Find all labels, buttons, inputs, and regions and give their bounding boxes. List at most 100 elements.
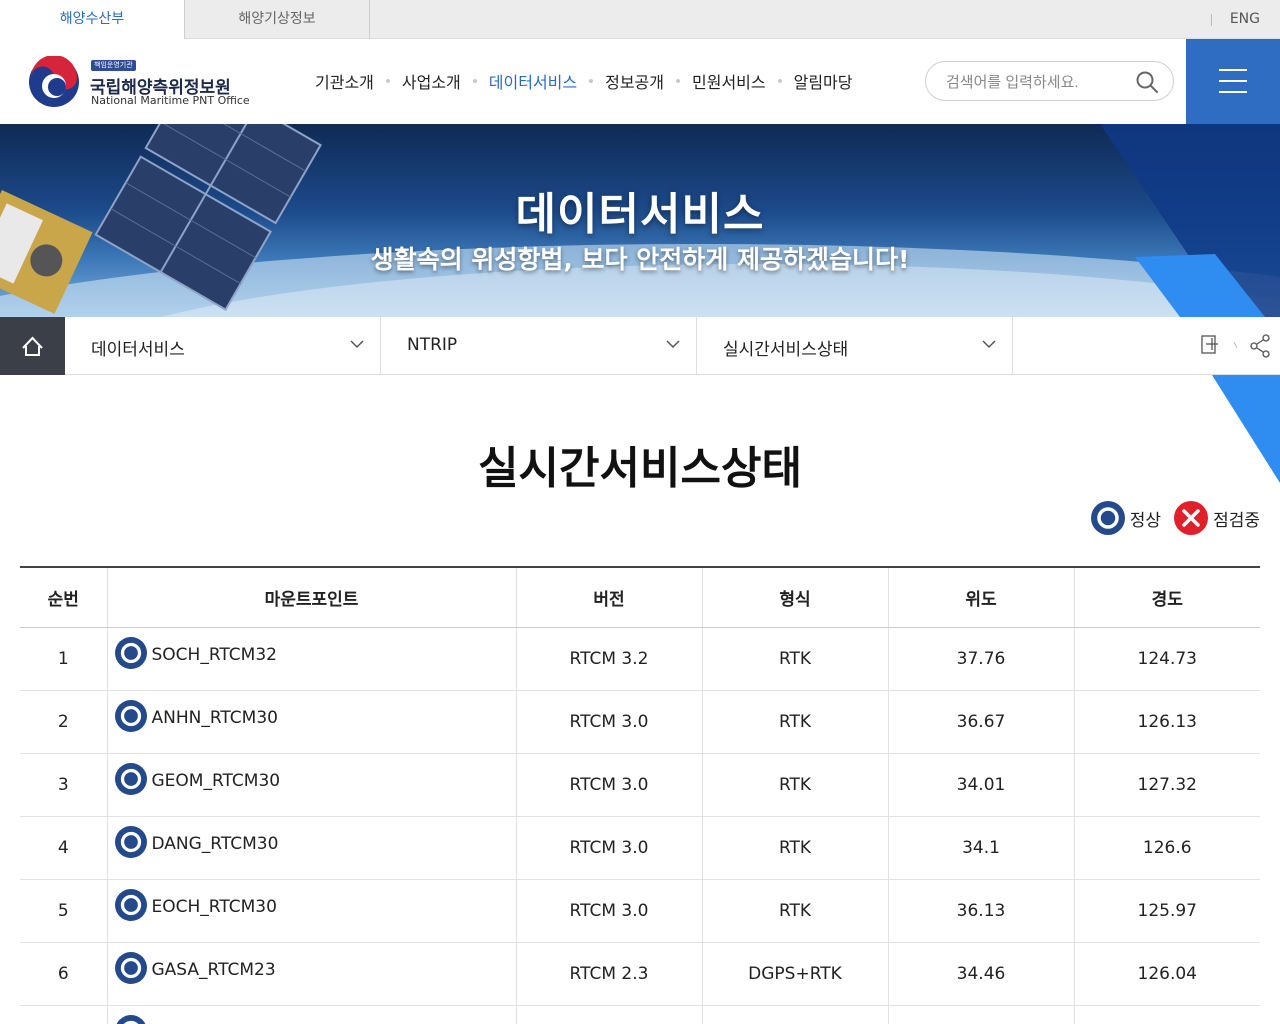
maintenance-status-icon: [1174, 501, 1209, 535]
cell-format: RTK: [701, 816, 888, 880]
location-tools: [1201, 334, 1270, 358]
normal-status-icon: [114, 825, 147, 858]
table-row: 3 GEOM_RTCM30 RTCM 3.0 RTK 34.01 127.32: [20, 753, 1260, 817]
nav-business[interactable]: 사업소개: [402, 69, 461, 93]
search-icon[interactable]: [1135, 70, 1159, 94]
nav-divider: [385, 79, 390, 83]
normal-status-icon: [114, 951, 147, 984]
cell-version: RTCM 3.0: [515, 879, 702, 943]
cell-mountpoint: GEOM_RTCM30: [106, 753, 516, 817]
cell-latitude: 36.67: [887, 690, 1074, 754]
nav-divider: [589, 79, 594, 83]
column-header-latitude: 위도: [887, 566, 1074, 628]
cell-format: [701, 1005, 888, 1024]
cell-no: [20, 1005, 107, 1024]
cell-longitude: 125.97: [1073, 879, 1260, 943]
cell-no: 6: [20, 942, 107, 1006]
cell-longitude: 127.32: [1073, 753, 1260, 817]
cell-longitude: 126.04: [1073, 942, 1260, 1006]
legend-normal-label: 정상: [1129, 510, 1162, 531]
share-icon[interactable]: [1250, 334, 1270, 358]
nav-divider: [777, 79, 782, 83]
location-depth1-select[interactable]: 데이터서비스: [65, 317, 381, 375]
table-row: [20, 1005, 1260, 1024]
print-icon[interactable]: [1201, 335, 1218, 354]
chevron-down-icon: [350, 340, 364, 349]
search-box: [925, 61, 1174, 101]
cell-latitude: 36.13: [887, 879, 1074, 943]
cell-version: [515, 1005, 702, 1024]
cell-no: 4: [20, 816, 107, 880]
menu-bar: [1219, 91, 1247, 93]
status-legend: 정상 점검중: [1078, 500, 1260, 536]
mountpoint-name: ANHN_RTCM30: [151, 707, 278, 728]
location-depth1-label: 데이터서비스: [91, 340, 185, 360]
cell-mountpoint: GASA_RTCM23: [106, 942, 516, 1006]
column-header-mountpoint: 마운트포인트: [106, 566, 516, 628]
location-depth2-label: NTRIP: [407, 335, 458, 355]
cell-latitude: 34.1: [887, 816, 1074, 880]
search-input[interactable]: [946, 71, 1126, 93]
logo-title-en: National Maritime PNT Office: [91, 94, 250, 107]
column-header-no: 순번: [20, 566, 107, 628]
table-row: 6 GASA_RTCM23 RTCM 2.3 DGPS+RTK 34.46 12…: [20, 942, 1260, 1006]
normal-status-icon: [114, 636, 147, 669]
location-depth2-select[interactable]: NTRIP: [381, 317, 697, 375]
location-bar: 데이터서비스 NTRIP 실시간서비스상태: [0, 317, 1280, 375]
cell-longitude: 126.6: [1073, 816, 1260, 880]
cell-version: RTCM 3.0: [515, 753, 702, 817]
cell-version: RTCM 3.0: [515, 816, 702, 880]
cell-latitude: [887, 1005, 1074, 1024]
cell-mountpoint: ANHN_RTCM30: [106, 690, 516, 754]
hero-banner: 데이터서비스 생활속의 위성항법, 보다 안전하게 제공하겠습니다!: [0, 124, 1280, 317]
location-depth3-label: 실시간서비스상태: [723, 340, 849, 360]
menu-bar: [1219, 80, 1247, 82]
cell-format: RTK: [701, 753, 888, 817]
column-header-version: 버전: [515, 566, 702, 628]
nav-civil-service[interactable]: 민원서비스: [692, 69, 766, 93]
location-depth3-select[interactable]: 실시간서비스상태: [697, 317, 1013, 375]
chevron-down-icon: [666, 340, 680, 349]
table-row: 1 SOCH_RTCM32 RTCM 3.2 RTK 37.76 124.73: [20, 627, 1260, 691]
nav-divider: [676, 79, 680, 83]
legend-maintenance-label: 점검중: [1213, 510, 1260, 531]
nav-disclosure[interactable]: 정보공개: [605, 69, 664, 93]
column-header-format: 형식: [701, 566, 888, 628]
cell-no: 5: [20, 879, 107, 943]
cell-mountpoint: DANG_RTCM30: [106, 816, 516, 880]
table-row: 5 EOCH_RTCM30 RTCM 3.0 RTK 36.13 125.97: [20, 879, 1260, 943]
banner-subtitle: 생활속의 위성항법, 보다 안전하게 제공하겠습니다!: [370, 245, 910, 274]
cell-mountpoint: SOCH_RTCM32: [106, 627, 516, 691]
cell-version: RTCM 3.2: [515, 627, 702, 691]
banner-title: 데이터서비스: [515, 189, 765, 240]
nav-about[interactable]: 기관소개: [315, 69, 374, 93]
cell-latitude: 34.01: [887, 753, 1074, 817]
hamburger-menu-button[interactable]: [1186, 39, 1280, 124]
normal-status-icon: [114, 762, 147, 795]
cell-no: 3: [20, 753, 107, 817]
logo-badge: 책임운영기관: [91, 60, 136, 71]
normal-status-icon: [114, 888, 147, 921]
service-status-table: 순번 마운트포인트 버전 형식 위도 경도 1 SOCH_RTCM32 RTCM…: [20, 566, 1260, 1024]
cell-version: RTCM 3.0: [515, 690, 702, 754]
table-row: 2 ANHN_RTCM30 RTCM 3.0 RTK 36.67 126.13: [20, 690, 1260, 754]
cell-version: RTCM 2.3: [515, 942, 702, 1006]
normal-status-icon: [1090, 501, 1125, 535]
column-header-longitude: 경도: [1073, 566, 1260, 628]
cell-longitude: 126.13: [1073, 690, 1260, 754]
legend-maintenance: 점검중: [1173, 500, 1260, 536]
nav-data-service[interactable]: 데이터서비스: [489, 69, 577, 93]
cell-format: RTK: [701, 690, 888, 754]
legend-normal: 정상: [1090, 500, 1161, 536]
menu-bar: [1219, 69, 1247, 71]
cell-latitude: 37.76: [887, 627, 1074, 691]
cell-no: 2: [20, 690, 107, 754]
home-button[interactable]: [0, 317, 65, 375]
site-header: 책임운영기관 국립해양측위정보원 National Maritime PNT O…: [0, 39, 1280, 124]
cell-mountpoint: [106, 1005, 516, 1024]
tab-mof[interactable]: 해양수산부: [0, 0, 185, 40]
government-emblem-icon[interactable]: [28, 56, 80, 108]
lang-switch-link[interactable]: ENG: [1230, 0, 1260, 39]
tab-marine-weather[interactable]: 해양기상정보: [185, 0, 370, 39]
nav-notice[interactable]: 알림마당: [794, 69, 853, 93]
